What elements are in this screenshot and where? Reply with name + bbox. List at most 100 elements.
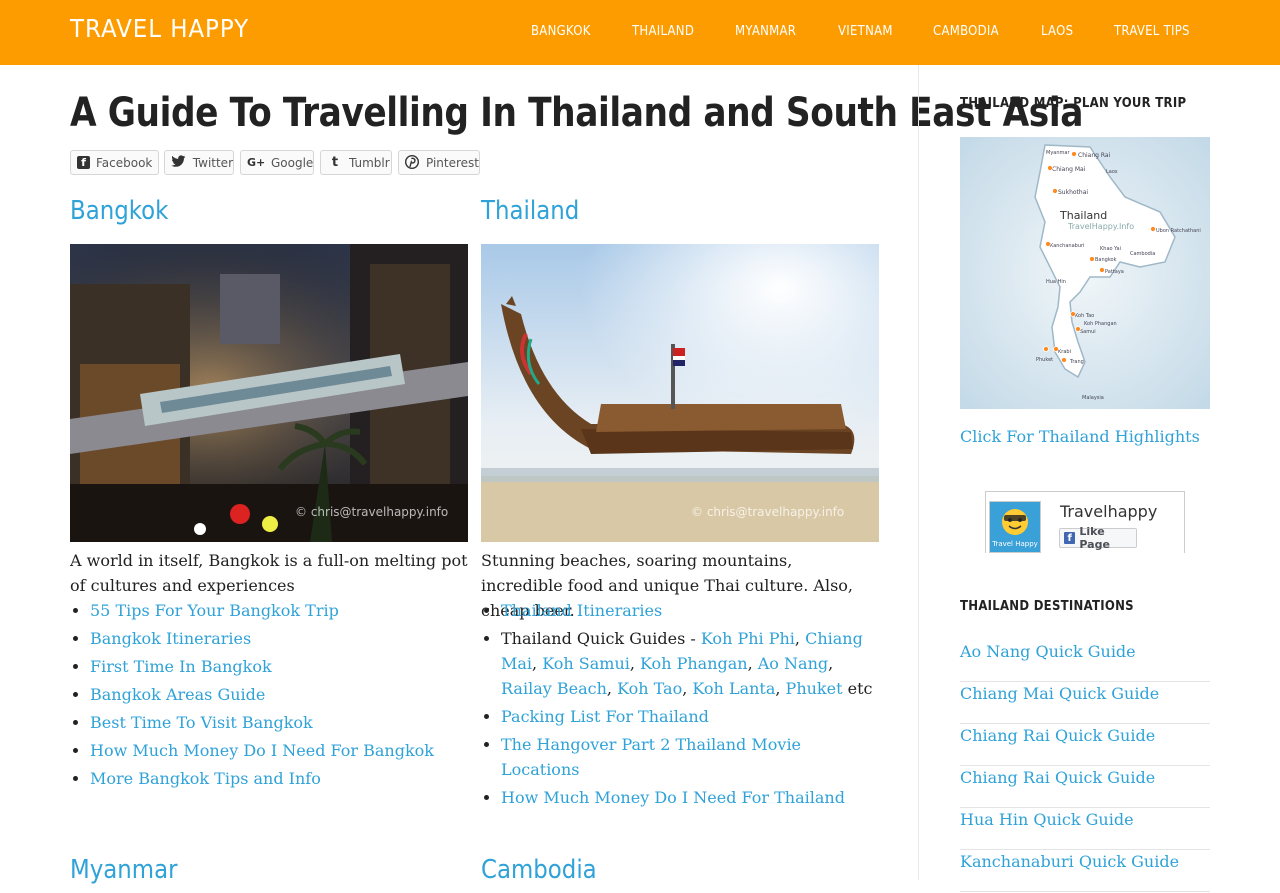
page-title: A Guide To Travelling In Thailand and So… [70, 90, 1083, 136]
map-label: Myanmar [1046, 150, 1070, 156]
quick-guides-suffix: etc [842, 679, 873, 698]
destinations-list: Ao Nang Quick Guide Chiang Mai Quick Gui… [960, 641, 1210, 893]
fb-page-name-link[interactable]: Travelhappy [1060, 502, 1157, 521]
thailand-photo[interactable]: © chris@travelhappy.info [481, 244, 879, 542]
map-label: Hua Hin [1046, 279, 1066, 285]
nav-item-laos[interactable]: LAOS [1041, 24, 1073, 39]
list-item: Best Time To Visit Bangkok [90, 710, 468, 735]
thailand-link-itineraries[interactable]: Thailand Itineraries [501, 601, 662, 620]
destination-link-chiang-mai[interactable]: Chiang Mai Quick Guide [960, 684, 1159, 703]
nav-item-travel-tips[interactable]: TRAVEL TIPS [1114, 24, 1190, 39]
facebook-icon: f [77, 156, 90, 169]
destination-link-chiang-rai[interactable]: Chiang Rai Quick Guide [960, 726, 1155, 745]
share-twitter-label: Twitter [192, 155, 233, 170]
map-label: Chiang Rai [1078, 152, 1111, 159]
fb-logo-text: Travel Happy [991, 540, 1038, 548]
quick-guide-phuket[interactable]: Phuket [786, 679, 843, 698]
bangkok-link-55-tips[interactable]: 55 Tips For Your Bangkok Trip [90, 601, 339, 620]
map-label: Koh Tao [1075, 313, 1094, 319]
facebook-icon: f [1064, 532, 1076, 544]
nav-item-thailand[interactable]: THAILAND [632, 24, 694, 39]
fb-like-label: Like Page [1079, 525, 1110, 551]
pinterest-icon [405, 154, 420, 171]
quick-guide-koh-phangan[interactable]: Koh Phangan [640, 654, 748, 673]
bangkok-link-best-time[interactable]: Best Time To Visit Bangkok [90, 713, 313, 732]
quick-guide-koh-tao[interactable]: Koh Tao [617, 679, 682, 698]
map-label: Samui [1080, 329, 1096, 335]
list-item: Bangkok Areas Guide [90, 682, 468, 707]
bangkok-section-title[interactable]: Bangkok [70, 196, 168, 226]
bangkok-link-list: 55 Tips For Your Bangkok Trip Bangkok It… [70, 598, 468, 794]
bangkok-link-itineraries[interactable]: Bangkok Itineraries [90, 629, 251, 648]
bangkok-link-more[interactable]: More Bangkok Tips and Info [90, 769, 321, 788]
thailand-section-title[interactable]: Thailand [481, 196, 579, 226]
list-item: Thailand Quick Guides - Koh Phi Phi, Chi… [501, 626, 879, 701]
destination-link-kanchanaburi[interactable]: Kanchanaburi Quick Guide [960, 852, 1179, 871]
bangkok-photo[interactable]: © chris@travelhappy.info [70, 244, 468, 542]
share-tumblr-label: Tumblr [349, 155, 390, 170]
map-label: Cambodia [1130, 251, 1155, 257]
thailand-highlights-link[interactable]: Click For Thailand Highlights [960, 427, 1200, 446]
map-label: Thailand [1059, 209, 1107, 222]
list-item: Kanchanaburi Quick Guide [960, 851, 1210, 892]
list-item: The Hangover Part 2 Thailand Movie Locat… [501, 732, 879, 782]
thailand-link-packing[interactable]: Packing List For Thailand [501, 707, 709, 726]
nav-item-bangkok[interactable]: BANGKOK [531, 24, 591, 39]
google-plus-icon: G+ [247, 155, 266, 169]
quick-guide-koh-lanta[interactable]: Koh Lanta [692, 679, 775, 698]
list-item: Bangkok Itineraries [90, 626, 468, 651]
map-label: Bangkok [1095, 257, 1117, 263]
share-pinterest-label: Pinterest [425, 155, 479, 170]
thailand-link-hangover[interactable]: The Hangover Part 2 Thailand Movie Locat… [501, 735, 801, 779]
sidebar-divider [918, 65, 919, 880]
nav-item-cambodia[interactable]: CAMBODIA [933, 24, 999, 39]
share-tumblr-button[interactable]: t Tumblr [320, 150, 392, 175]
bangkok-link-first-time[interactable]: First Time In Bangkok [90, 657, 272, 676]
thailand-map-image[interactable]: Myanmar Chiang Rai Chiang Mai Laos Sukho… [960, 137, 1210, 409]
list-item: Packing List For Thailand [501, 704, 879, 729]
map-label: Laos [1106, 169, 1118, 175]
travelhappy-avatar[interactable]: Travel Happy [989, 501, 1041, 553]
list-item: How Much Money Do I Need For Bangkok [90, 738, 468, 763]
quick-guide-railay-beach[interactable]: Railay Beach [501, 679, 607, 698]
destination-link-ao-nang[interactable]: Ao Nang Quick Guide [960, 642, 1136, 661]
map-label: Trang [1069, 359, 1084, 365]
nav-item-vietnam[interactable]: VIETNAM [838, 24, 893, 39]
share-facebook-button[interactable]: f Facebook [70, 150, 159, 175]
destination-link-chiang-rai-2[interactable]: Chiang Rai Quick Guide [960, 768, 1155, 787]
map-label: Phuket [1036, 357, 1053, 363]
list-item: Chiang Rai Quick Guide [960, 767, 1210, 808]
list-item: How Much Money Do I Need For Thailand [501, 785, 879, 810]
bangkok-link-money[interactable]: How Much Money Do I Need For Bangkok [90, 741, 434, 760]
list-item: Chiang Mai Quick Guide [960, 683, 1210, 724]
nav-item-myanmar[interactable]: MYANMAR [735, 24, 796, 39]
site-header: TRAVEL HAPPY BANGKOK THAILAND MYANMAR VI… [0, 0, 1280, 65]
map-label: Chiang Mai [1052, 166, 1086, 173]
map-label: Koh Phangan [1084, 321, 1117, 327]
share-twitter-button[interactable]: Twitter [164, 150, 234, 175]
bangkok-photo-watermark: © chris@travelhappy.info [295, 505, 448, 519]
map-label: Sukhothai [1058, 189, 1088, 196]
share-pinterest-button[interactable]: Pinterest [398, 150, 480, 175]
list-item: First Time In Bangkok [90, 654, 468, 679]
quick-guides-label: Thailand Quick Guides - [501, 629, 701, 648]
list-item: Thailand Itineraries [501, 598, 879, 623]
fb-like-page-button[interactable]: f Like Page [1059, 525, 1137, 551]
quick-guide-koh-phi-phi[interactable]: Koh Phi Phi [701, 629, 795, 648]
destination-link-hua-hin[interactable]: Hua Hin Quick Guide [960, 810, 1134, 829]
quick-guide-koh-samui[interactable]: Koh Samui [542, 654, 630, 673]
map-label: TravelHappy.Info [1067, 222, 1134, 231]
site-logo-link[interactable]: TRAVEL HAPPY [70, 14, 249, 43]
facebook-like-box: Travel Happy Travelhappy f Like Page [985, 491, 1185, 553]
bangkok-link-areas-guide[interactable]: Bangkok Areas Guide [90, 685, 265, 704]
myanmar-section-title[interactable]: Myanmar [70, 855, 178, 885]
tumblr-icon: t [331, 154, 339, 170]
thailand-link-money[interactable]: How Much Money Do I Need For Thailand [501, 788, 845, 807]
list-item: Chiang Rai Quick Guide [960, 725, 1210, 766]
share-google-button[interactable]: G+ Google [240, 150, 314, 175]
list-item: Hua Hin Quick Guide [960, 809, 1210, 850]
cambodia-section-title[interactable]: Cambodia [481, 855, 597, 885]
map-label: Pattaya [1105, 269, 1124, 275]
list-item: 55 Tips For Your Bangkok Trip [90, 598, 468, 623]
quick-guide-ao-nang[interactable]: Ao Nang [758, 654, 828, 673]
